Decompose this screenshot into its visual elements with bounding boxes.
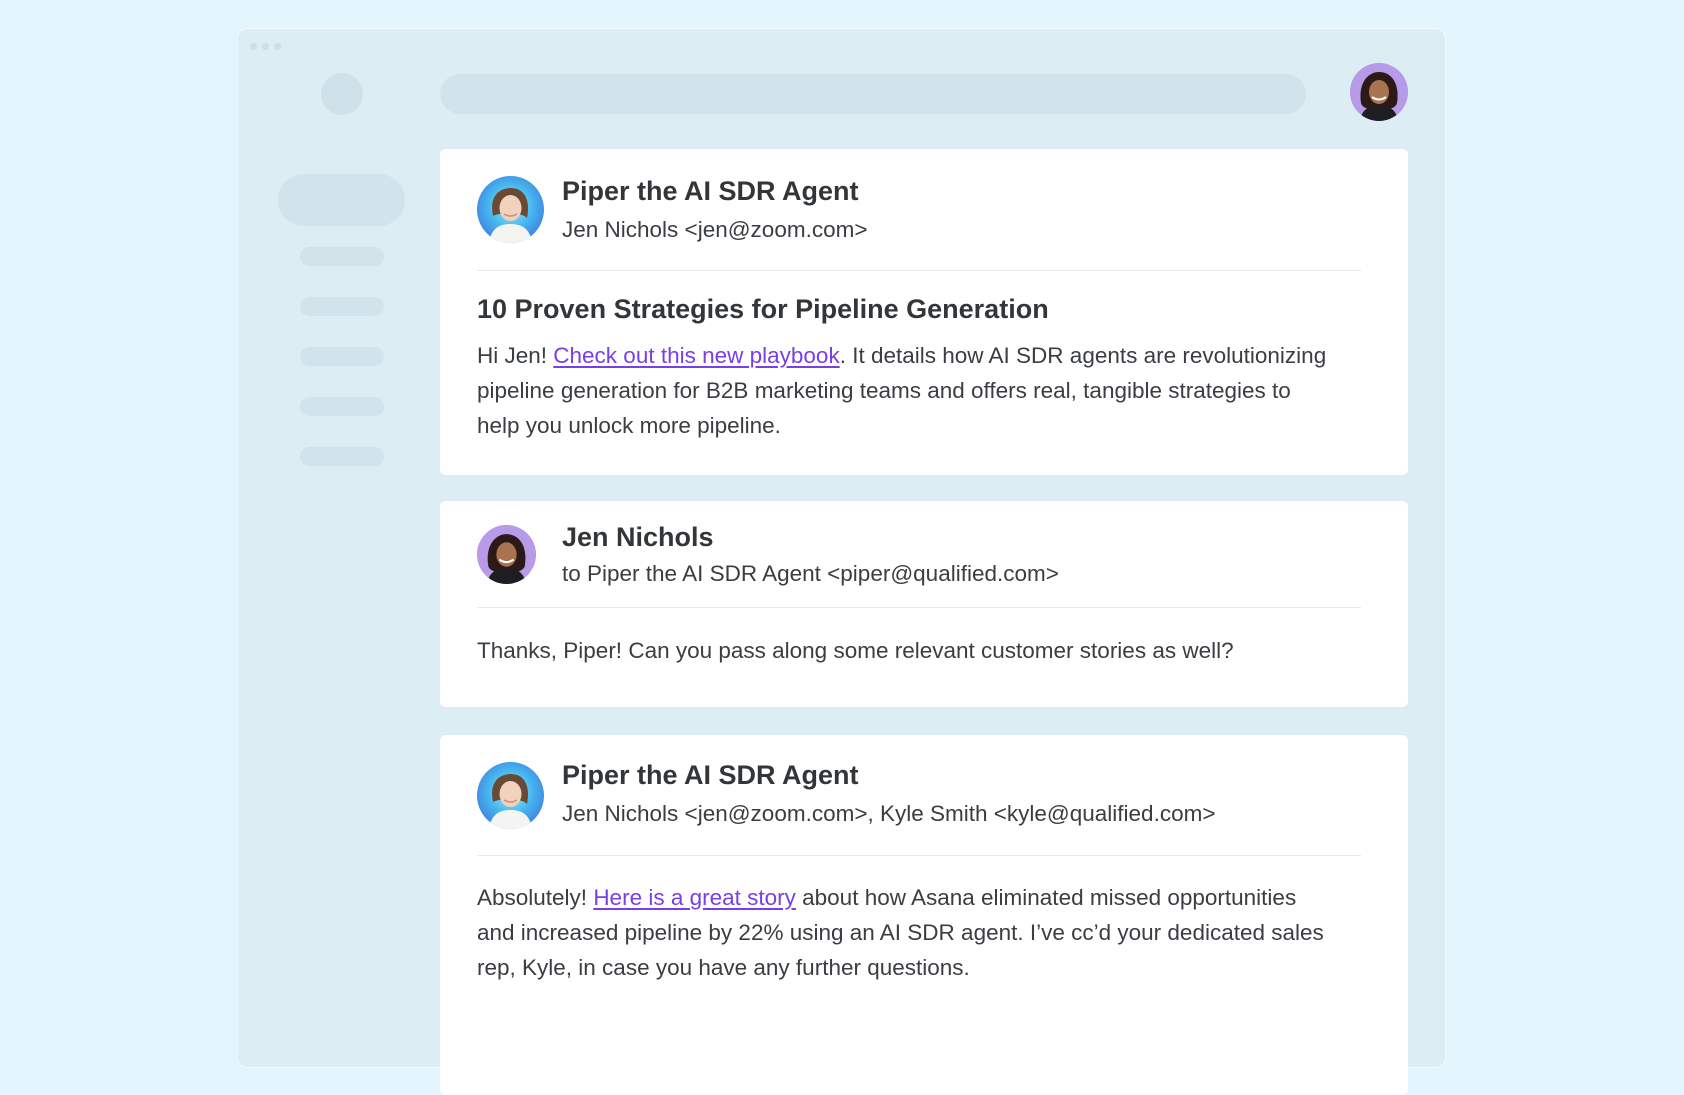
body-text: Hi Jen! [477,343,554,368]
email-message-card: Piper the AI SDR Agent Jen Nichols <jen@… [440,149,1408,475]
sender-name: Piper the AI SDR Agent [562,176,859,206]
window-dot[interactable] [262,43,269,50]
header-divider [477,270,1361,271]
sidebar-item-placeholder[interactable] [300,297,384,316]
playbook-link[interactable]: Check out this new playbook [553,343,839,368]
sidebar-item-placeholder[interactable] [300,447,384,466]
header-divider [477,607,1361,608]
customer-story-link[interactable]: Here is a great story [593,885,796,910]
window-dot[interactable] [274,43,281,50]
email-body: Absolutely! Here is a great story about … [477,880,1337,985]
recipients-line: to Piper the AI SDR Agent <piper@qualifi… [562,561,1059,586]
body-text: Absolutely! [477,885,594,910]
email-body: Thanks, Piper! Can you pass along some r… [477,638,1234,663]
sender-name: Piper the AI SDR Agent [562,760,859,790]
sidebar-item-placeholder[interactable] [300,397,384,416]
sender-name: Jen Nichols [562,522,714,552]
email-message-card: Jen Nichols to Piper the AI SDR Agent <p… [440,501,1408,707]
ai-agent-avatar-icon [477,176,544,243]
header-divider [477,855,1361,856]
recipients-line: Jen Nichols <jen@zoom.com>, Kyle Smith <… [562,801,1216,826]
user-avatar-icon[interactable] [1350,63,1408,121]
email-subject: 10 Proven Strategies for Pipeline Genera… [477,294,1049,324]
email-body: Hi Jen! Check out this new playbook. It … [477,338,1337,443]
sidebar-item-placeholder[interactable] [300,347,384,366]
window-controls [250,43,281,50]
sender-avatar-icon [477,525,536,584]
email-message-card: Piper the AI SDR Agent Jen Nichols <jen@… [440,735,1408,1095]
window-dot[interactable] [250,43,257,50]
recipients-line: Jen Nichols <jen@zoom.com> [562,217,868,242]
ai-agent-avatar-icon [477,762,544,829]
sidebar-compose-placeholder[interactable] [278,174,405,226]
app-logo-placeholder [321,73,363,115]
search-bar-placeholder[interactable] [440,74,1306,114]
email-client-window: Piper the AI SDR Agent Jen Nichols <jen@… [237,28,1446,1095]
sidebar-item-placeholder[interactable] [300,247,384,266]
